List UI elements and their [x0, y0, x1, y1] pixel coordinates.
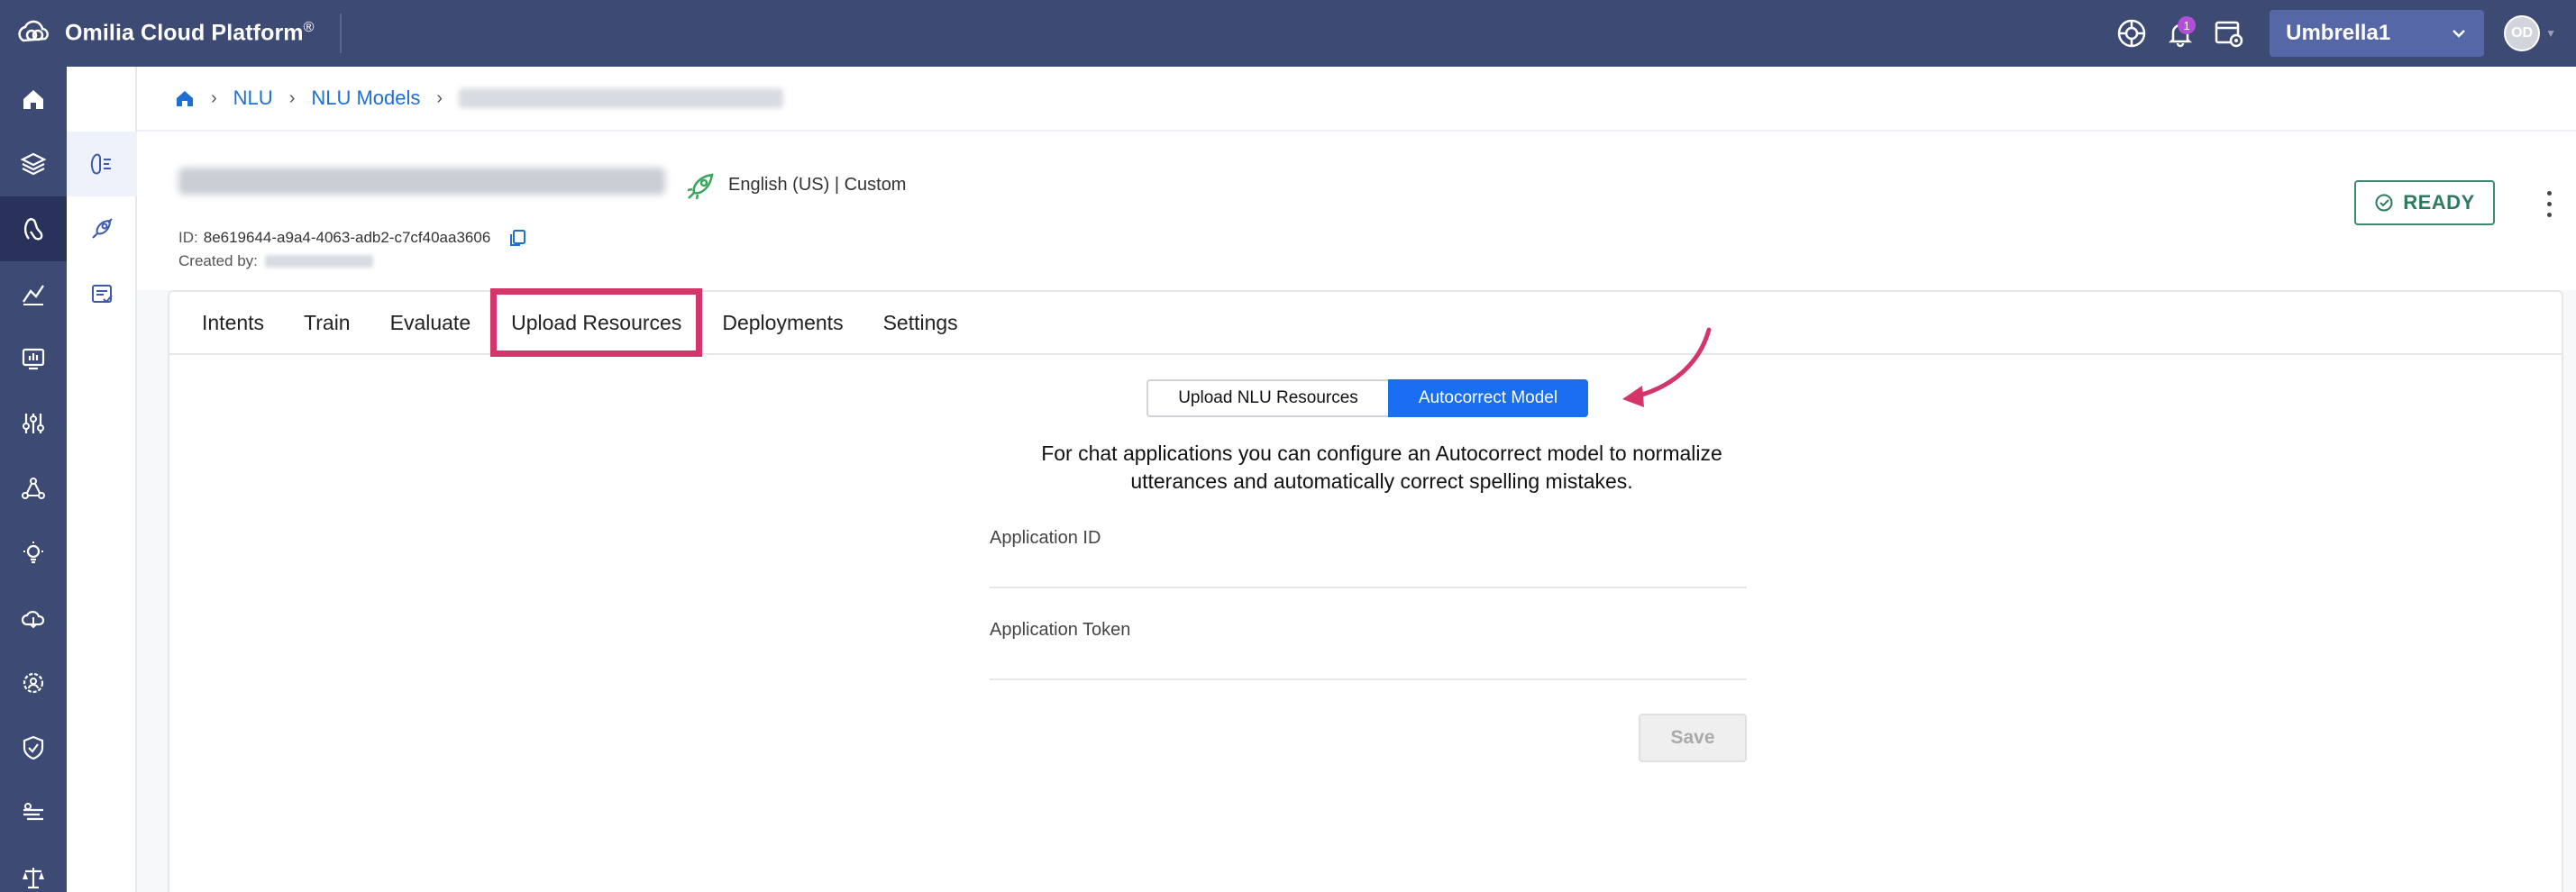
- tab-upload-resources[interactable]: Upload Resources: [490, 288, 703, 357]
- breadcrumb-nlu-models[interactable]: NLU Models: [311, 86, 420, 110]
- created-by-label: Created by:: [178, 252, 258, 269]
- chevron-right-icon: ›: [288, 87, 296, 108]
- cloud-icon: [21, 610, 45, 629]
- topbar-divider: [339, 14, 342, 53]
- nav-monitor[interactable]: [0, 326, 67, 391]
- autocorrect-model-button[interactable]: Autocorrect Model: [1388, 379, 1588, 417]
- nav-speech[interactable]: [0, 780, 67, 845]
- scale-icon: [23, 868, 44, 889]
- nav-layers[interactable]: [0, 132, 67, 196]
- application-id-input[interactable]: [990, 556, 1747, 588]
- tab-deployments[interactable]: Deployments: [702, 291, 863, 354]
- shield-gear-icon: [23, 735, 44, 760]
- model-card: Intents Train Evaluate Upload Resources …: [168, 288, 2563, 892]
- nav-cloud[interactable]: [0, 586, 67, 651]
- model-icon: [90, 153, 111, 175]
- language-info: English (US) | Custom: [728, 175, 907, 195]
- breadcrumb-nlu[interactable]: NLU: [233, 86, 273, 110]
- browser-gear-icon: [2215, 21, 2243, 48]
- analytics-icon: [23, 285, 44, 305]
- nav-user-settings[interactable]: [0, 651, 67, 715]
- caret-down-icon: ▼: [2545, 27, 2556, 40]
- subnav-evaluate[interactable]: [67, 261, 137, 326]
- graph-icon: [22, 478, 45, 499]
- chevron-down-icon: [2453, 30, 2465, 38]
- save-button[interactable]: Save: [1639, 714, 1747, 762]
- top-bar: Omilia Cloud Platform® 1 Umbrella1 OD ▼: [0, 0, 2576, 67]
- home-icon: [23, 90, 43, 109]
- resource-toggle: Upload NLU Resources Autocorrect Model: [1146, 379, 1588, 417]
- nav-analytics[interactable]: [0, 261, 67, 326]
- application-token-input[interactable]: [990, 648, 1747, 680]
- tab-settings[interactable]: Settings: [863, 291, 978, 354]
- status-label: READY: [2403, 191, 2475, 214]
- chevron-right-icon: ›: [436, 87, 443, 108]
- brand-name: Omilia Cloud Platform®: [65, 20, 315, 46]
- application-token-field: Application Token: [990, 620, 1747, 680]
- browser-settings-button[interactable]: [2205, 9, 2253, 58]
- created-by: Created by:: [178, 252, 373, 270]
- more-options-icon[interactable]: [2538, 187, 2560, 220]
- application-id-field: Application ID: [990, 528, 1747, 588]
- model-id: ID: 8e619644-a9a4-4063-adb2-c7cf40aa3606: [178, 227, 528, 249]
- tab-intents[interactable]: Intents: [182, 291, 284, 354]
- status-ready-button[interactable]: READY: [2354, 180, 2495, 225]
- application-token-label: Application Token: [990, 620, 1131, 640]
- speech-icon: [23, 803, 43, 821]
- chevron-right-icon: ›: [211, 87, 217, 108]
- nav-sliders[interactable]: [0, 391, 67, 456]
- breadcrumb: › NLU › NLU Models ›: [137, 67, 2576, 132]
- brand[interactable]: Omilia Cloud Platform®: [0, 0, 315, 67]
- monitor-icon: [22, 348, 45, 370]
- layers-icon: [20, 152, 47, 176]
- application-id-label: Application ID: [990, 528, 1101, 548]
- help-wheel-icon: [2117, 19, 2146, 48]
- main-content: English (US) | Custom ID: 8e619644-a9a4-…: [137, 132, 2576, 892]
- lightbulb-icon: [23, 542, 43, 564]
- upload-nlu-resources-button[interactable]: Upload NLU Resources: [1146, 379, 1388, 417]
- help-wheel-button[interactable]: [2107, 9, 2156, 58]
- model-header: English (US) | Custom ID: 8e619644-a9a4-…: [137, 132, 2576, 290]
- sub-nav: [67, 67, 137, 892]
- user-menu[interactable]: OD ▼: [2504, 15, 2556, 51]
- tab-bar: Intents Train Evaluate Upload Resources …: [169, 288, 2562, 357]
- subnav-deploy[interactable]: [67, 196, 137, 261]
- model-id-value: 8e619644-a9a4-4063-adb2-c7cf40aa3606: [203, 229, 491, 246]
- rocket-icon: [687, 173, 714, 200]
- rocket-icon: [92, 218, 113, 239]
- autocorrect-description: For chat applications you can configure …: [1041, 441, 1722, 493]
- tab-evaluate[interactable]: Evaluate: [370, 291, 491, 354]
- gear-person-icon: [23, 672, 44, 694]
- nav-home[interactable]: [0, 67, 67, 132]
- left-nav: [0, 67, 67, 892]
- model-id-label: ID:: [178, 229, 198, 246]
- avatar: OD: [2504, 15, 2541, 51]
- organization-select[interactable]: Umbrella1: [2270, 10, 2485, 57]
- breadcrumb-model-name-redacted: [459, 88, 784, 108]
- organization-name: Umbrella1: [2286, 21, 2391, 45]
- notification-badge: 1: [2178, 16, 2197, 34]
- nav-nlu[interactable]: [0, 196, 67, 261]
- created-by-redacted: [264, 255, 373, 268]
- home-icon[interactable]: [175, 88, 195, 108]
- subnav-model[interactable]: [67, 132, 137, 196]
- notifications-button[interactable]: 1: [2156, 9, 2205, 58]
- copy-icon[interactable]: [507, 227, 528, 249]
- tab-train[interactable]: Train: [284, 291, 370, 354]
- nav-scale[interactable]: [0, 845, 67, 892]
- nav-insights[interactable]: [0, 521, 67, 586]
- sliders-icon: [23, 414, 44, 433]
- model-name-redacted: [178, 168, 665, 195]
- cloud-logo-icon: [18, 20, 49, 42]
- check-circle-icon: [2375, 194, 2393, 212]
- nlu-icon: [23, 218, 43, 241]
- nav-graph[interactable]: [0, 456, 67, 521]
- evaluate-icon: [92, 285, 113, 304]
- nav-security[interactable]: [0, 715, 67, 780]
- annotation-arrow-icon: [1622, 327, 1712, 407]
